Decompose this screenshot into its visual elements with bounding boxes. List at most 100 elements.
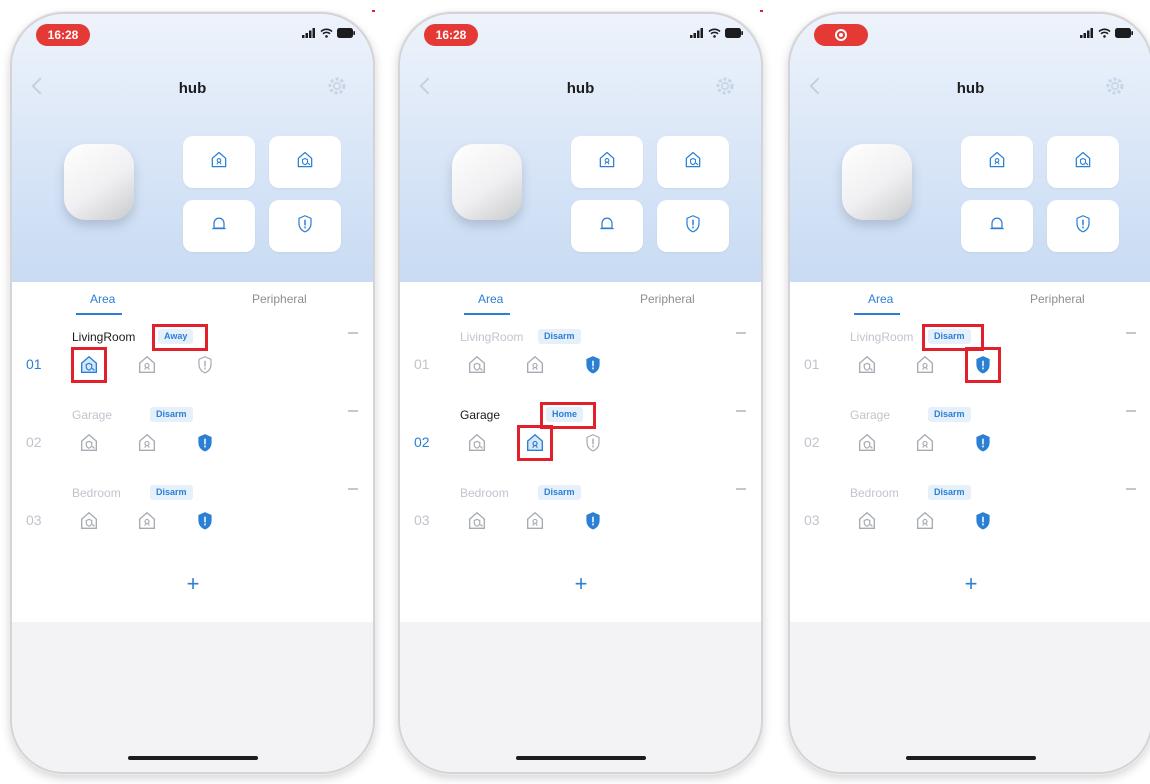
battery-icon bbox=[725, 28, 743, 38]
area-index: 03 bbox=[804, 512, 820, 528]
status-time-pill: 16:28 bbox=[36, 24, 90, 46]
page-title: hub bbox=[566, 80, 595, 97]
home-arm-icon[interactable] bbox=[136, 354, 158, 376]
away-arm-icon[interactable] bbox=[466, 510, 488, 532]
mode-button-home-shield[interactable] bbox=[183, 136, 255, 188]
home-indicator bbox=[905, 756, 1036, 760]
home-arm-icon[interactable] bbox=[136, 510, 158, 532]
mode-button-away-shield[interactable] bbox=[269, 136, 341, 188]
hub-device-image bbox=[842, 144, 912, 220]
area-name[interactable]: Bedroom bbox=[72, 486, 121, 500]
tab-area[interactable]: Area bbox=[90, 292, 115, 306]
battery-icon bbox=[1115, 28, 1133, 38]
area-name[interactable]: Garage bbox=[460, 408, 500, 422]
tab-area[interactable]: Area bbox=[868, 292, 893, 306]
bell-icon bbox=[209, 214, 229, 239]
mode-button-away-shield[interactable] bbox=[1047, 136, 1119, 188]
phone-screen-3: hub Area Peripheral 01 LivingRoom Disarm 02 Gar… bbox=[788, 12, 1150, 774]
area-name[interactable]: Garage bbox=[850, 408, 890, 422]
area-more-icon[interactable] bbox=[348, 332, 358, 334]
mode-button-shield[interactable] bbox=[1047, 200, 1119, 252]
status-icons bbox=[1080, 28, 1133, 38]
mode-button-bell[interactable] bbox=[961, 200, 1033, 252]
area-index: 01 bbox=[804, 356, 820, 372]
area-more-icon[interactable] bbox=[348, 410, 358, 412]
area-more-icon[interactable] bbox=[736, 410, 746, 412]
mode-button-away-shield[interactable] bbox=[657, 136, 729, 188]
area-more-icon[interactable] bbox=[1126, 410, 1136, 412]
area-index: 02 bbox=[26, 434, 42, 450]
away-shield-icon bbox=[295, 150, 315, 175]
disarm-shield-icon[interactable] bbox=[582, 354, 604, 376]
home-indicator bbox=[515, 756, 646, 760]
tab-peripheral[interactable]: Peripheral bbox=[1030, 292, 1085, 306]
area-name[interactable]: LivingRoom bbox=[850, 330, 913, 344]
away-shield-icon bbox=[683, 150, 703, 175]
shield-icon bbox=[684, 214, 702, 239]
home-arm-icon[interactable] bbox=[524, 510, 546, 532]
disarm-shield-icon[interactable] bbox=[194, 510, 216, 532]
status-icons bbox=[302, 28, 355, 38]
add-area-button[interactable]: + bbox=[956, 570, 986, 600]
home-arm-icon[interactable] bbox=[914, 510, 936, 532]
phone-screen-1: 16:28 hub Area Peripheral 01 LivingRoom Away 02… bbox=[10, 12, 375, 774]
shield-icon bbox=[1074, 214, 1092, 239]
hub-device-image bbox=[452, 144, 522, 220]
area-name[interactable]: LivingRoom bbox=[72, 330, 135, 344]
away-arm-icon[interactable] bbox=[856, 354, 878, 376]
bottom-area bbox=[12, 622, 373, 772]
home-arm-icon[interactable] bbox=[914, 432, 936, 454]
disarm-shield-icon[interactable] bbox=[972, 510, 994, 532]
add-area-button[interactable]: + bbox=[178, 570, 208, 600]
shield-icon bbox=[296, 214, 314, 239]
area-status-badge: Disarm bbox=[150, 407, 193, 422]
disarm-shield-icon[interactable] bbox=[582, 510, 604, 532]
area-more-icon[interactable] bbox=[1126, 488, 1136, 490]
mode-button-bell[interactable] bbox=[183, 200, 255, 252]
signal-icon bbox=[1080, 28, 1093, 38]
battery-icon bbox=[337, 28, 355, 38]
home-indicator bbox=[127, 756, 258, 760]
recording-icon bbox=[835, 29, 847, 41]
away-arm-icon[interactable] bbox=[466, 354, 488, 376]
home-arm-icon[interactable] bbox=[914, 354, 936, 376]
area-more-icon[interactable] bbox=[1126, 332, 1136, 334]
area-more-icon[interactable] bbox=[736, 332, 746, 334]
away-arm-icon[interactable] bbox=[78, 510, 100, 532]
tab-area[interactable]: Area bbox=[478, 292, 503, 306]
area-status-badge: Disarm bbox=[538, 329, 581, 344]
area-name[interactable]: Bedroom bbox=[460, 486, 509, 500]
disarm-shield-icon[interactable] bbox=[194, 354, 216, 376]
disarm-shield-icon[interactable] bbox=[194, 432, 216, 454]
home-arm-icon[interactable] bbox=[524, 354, 546, 376]
tab-peripheral[interactable]: Peripheral bbox=[252, 292, 307, 306]
mode-button-shield[interactable] bbox=[657, 200, 729, 252]
away-arm-icon[interactable] bbox=[466, 432, 488, 454]
area-more-icon[interactable] bbox=[348, 488, 358, 490]
mode-button-shield[interactable] bbox=[269, 200, 341, 252]
add-area-button[interactable]: + bbox=[566, 570, 596, 600]
area-name[interactable]: Bedroom bbox=[850, 486, 899, 500]
mode-button-home-shield[interactable] bbox=[571, 136, 643, 188]
away-arm-icon[interactable] bbox=[856, 510, 878, 532]
away-arm-icon[interactable] bbox=[78, 432, 100, 454]
highlight-box bbox=[152, 324, 208, 351]
home-arm-icon[interactable] bbox=[136, 432, 158, 454]
highlight-box bbox=[517, 425, 553, 461]
tab-peripheral[interactable]: Peripheral bbox=[640, 292, 695, 306]
area-index: 03 bbox=[26, 512, 42, 528]
away-arm-icon[interactable] bbox=[856, 432, 878, 454]
area-name[interactable]: LivingRoom bbox=[460, 330, 523, 344]
disarm-shield-icon[interactable] bbox=[972, 432, 994, 454]
red-mark bbox=[760, 10, 763, 12]
area-name[interactable]: Garage bbox=[72, 408, 112, 422]
area-more-icon[interactable] bbox=[736, 488, 746, 490]
wifi-icon bbox=[320, 28, 333, 38]
mode-button-bell[interactable] bbox=[571, 200, 643, 252]
phone-screen-2: 16:28 hub Area Peripheral 01 LivingRoom Disarm… bbox=[398, 12, 763, 774]
area-index: 02 bbox=[414, 434, 430, 450]
bell-icon bbox=[597, 214, 617, 239]
mode-button-home-shield[interactable] bbox=[961, 136, 1033, 188]
disarm-shield-icon[interactable] bbox=[582, 432, 604, 454]
area-status-badge: Disarm bbox=[928, 407, 971, 422]
